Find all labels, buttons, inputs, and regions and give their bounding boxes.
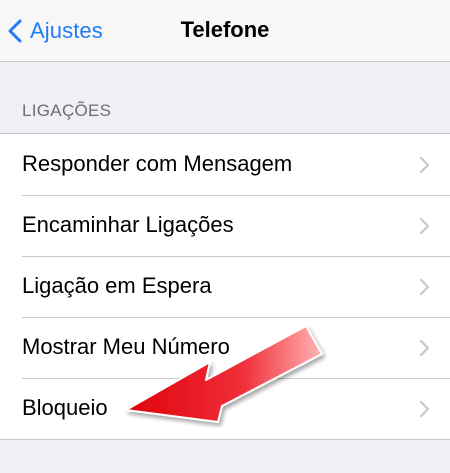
row-label: Bloqueio [22, 395, 108, 420]
chevron-right-icon [419, 339, 430, 357]
row-bloqueio[interactable]: Bloqueio [0, 378, 450, 439]
settings-list: Responder com Mensagem Encaminhar Ligaçõ… [0, 133, 450, 440]
row-mostrar-meu-numero[interactable]: Mostrar Meu Número [0, 317, 450, 378]
section-header: LIGAÇÕES [22, 101, 112, 120]
row-label: Ligação em Espera [22, 273, 212, 298]
chevron-right-icon [419, 400, 430, 418]
navigation-bar: Ajustes Telefone [0, 0, 450, 62]
chevron-right-icon [419, 217, 430, 235]
row-label: Responder com Mensagem [22, 151, 293, 176]
row-encaminhar-ligacoes[interactable]: Encaminhar Ligações [0, 195, 450, 256]
chevron-right-icon [419, 156, 430, 174]
chevron-right-icon [419, 278, 430, 296]
page-title: Telefone [180, 17, 270, 42]
row-label: Encaminhar Ligações [22, 212, 234, 237]
row-label: Mostrar Meu Número [22, 334, 230, 359]
row-responder-com-mensagem[interactable]: Responder com Mensagem [0, 134, 450, 195]
row-ligacao-em-espera[interactable]: Ligação em Espera [0, 256, 450, 317]
